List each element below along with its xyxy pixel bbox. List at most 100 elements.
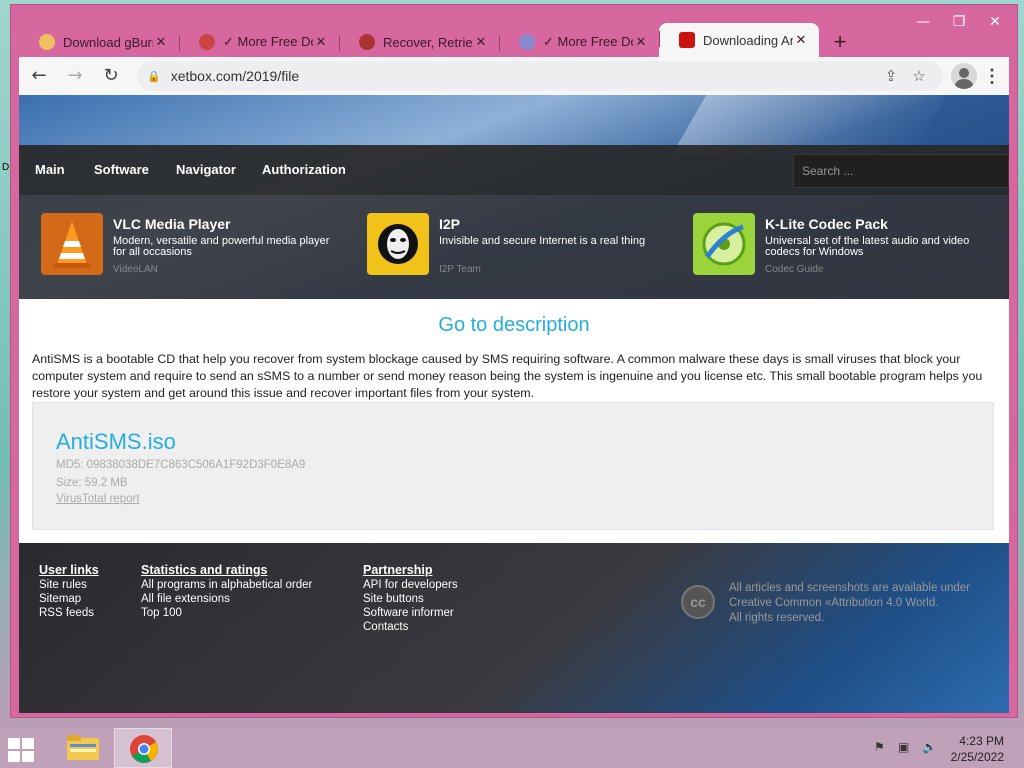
- desktop-edge-marker: D: [2, 162, 10, 173]
- new-tab-button[interactable]: +: [825, 27, 855, 57]
- share-icon[interactable]: ⇪: [877, 67, 905, 85]
- promo-vendor: I2P Team: [439, 264, 481, 275]
- footer-link[interactable]: Software informer: [363, 606, 458, 620]
- taskbar: ⚑ ▣ 🔈 4:23 PM 2/25/2022: [0, 728, 1024, 768]
- windows-start-icon[interactable]: [6, 736, 36, 762]
- promo-title: I2P: [439, 216, 461, 232]
- tab-close-icon[interactable]: ✕: [473, 34, 489, 50]
- footer-column: User links Site rules Sitemap RSS feeds: [39, 563, 99, 620]
- virustotal-report-link[interactable]: VirusTotal report: [56, 493, 140, 505]
- bookmark-star-icon[interactable]: ☆: [905, 67, 933, 85]
- file-name-link[interactable]: AntiSMS.iso: [56, 429, 176, 455]
- file-explorer-icon[interactable]: [54, 728, 112, 768]
- address-bar[interactable]: 🔒 xetbox.com/2019/file ⇪ ☆: [137, 61, 943, 91]
- footer-column: Partnership API for developers Site butt…: [363, 563, 458, 634]
- tab-title: Download gBurner: [63, 34, 153, 50]
- tab-title: ✓ More Free Dow: [223, 34, 313, 49]
- footer-link[interactable]: Site buttons: [363, 592, 458, 606]
- tab-favicon-icon: [199, 34, 215, 50]
- promo-strip: VLC Media Player Modern, versatile and p…: [19, 195, 1009, 299]
- reload-icon[interactable]: ↻: [95, 60, 127, 92]
- tab-title: ✓ More Free Dow: [543, 34, 633, 49]
- tab-close-icon[interactable]: ✕: [793, 32, 809, 48]
- footer-link[interactable]: All file extensions: [141, 592, 312, 606]
- menu-navigator[interactable]: Navigator: [176, 162, 236, 177]
- tab-close-icon[interactable]: ✕: [313, 34, 329, 50]
- maximize-icon[interactable]: ❐: [941, 11, 977, 33]
- menu-main[interactable]: Main: [35, 162, 65, 177]
- tab-favicon-icon: [519, 34, 535, 50]
- menu-software[interactable]: Software: [94, 162, 149, 177]
- clock-date: 2/25/2022: [950, 750, 1004, 764]
- action-center-flag-icon[interactable]: ⚑: [874, 740, 885, 754]
- tab-favicon-icon: [679, 32, 695, 48]
- promo-i2p[interactable]: I2P Invisible and secure Internet is a r…: [367, 213, 667, 283]
- url-text[interactable]: xetbox.com/2019/file: [171, 68, 877, 84]
- program-description: AntiSMS is a bootable CD that help you r…: [32, 352, 983, 400]
- browser-tab[interactable]: ✓ More Free Dow ✕: [179, 27, 339, 57]
- site-navbar: Main Software Navigator Authorization Se…: [19, 145, 1009, 195]
- volume-muted-icon[interactable]: 🔈: [922, 740, 937, 754]
- footer-column: Statistics and ratings All programs in a…: [141, 563, 312, 620]
- site-footer: User links Site rules Sitemap RSS feeds …: [19, 543, 1009, 713]
- license-note: All articles and screenshots are availab…: [729, 581, 989, 626]
- minimize-icon[interactable]: —: [905, 11, 941, 33]
- footer-heading[interactable]: User links: [39, 563, 99, 577]
- back-icon[interactable]: ←: [23, 60, 55, 92]
- promo-klite[interactable]: K-Lite Codec Pack Universal set of the l…: [693, 213, 993, 283]
- footer-link[interactable]: Contacts: [363, 620, 458, 634]
- promo-desc: Modern, versatile and powerful media pla…: [113, 235, 330, 258]
- close-window-icon[interactable]: ✕: [977, 11, 1013, 33]
- promo-desc: Universal set of the latest audio and vi…: [765, 235, 970, 258]
- window-controls: — ❐ ✕: [905, 11, 1013, 33]
- tab-favicon-icon: [39, 34, 55, 50]
- vlc-cone-icon: [41, 213, 103, 275]
- klite-icon: [693, 213, 755, 275]
- footer-heading[interactable]: Statistics and ratings: [141, 563, 312, 577]
- footer-link[interactable]: Sitemap: [39, 592, 99, 606]
- promo-title: K-Lite Codec Pack: [765, 216, 888, 232]
- download-content: Go to description AntiSMS is a bootable …: [19, 299, 1009, 543]
- tab-close-icon[interactable]: ✕: [633, 34, 649, 50]
- i2p-mask-icon: [367, 213, 429, 275]
- forward-icon[interactable]: →: [59, 60, 91, 92]
- browser-tab-active[interactable]: Downloading Anti ✕: [659, 23, 819, 57]
- tab-strip: Download gBurner ✕ ✓ More Free Dow ✕ Rec…: [19, 23, 855, 57]
- system-clock[interactable]: 4:23 PM 2/25/2022: [948, 733, 1004, 765]
- network-icon[interactable]: ▣: [898, 740, 909, 754]
- browser-tab[interactable]: Recover, Retrieve ✕: [339, 27, 499, 57]
- file-size: Size: 59.2 MB: [56, 477, 128, 489]
- goto-description-link[interactable]: Go to description: [19, 314, 1009, 337]
- license-line: All articles and screenshots are availab…: [729, 582, 970, 594]
- footer-link[interactable]: Top 100: [141, 606, 312, 620]
- tab-title: Downloading Anti: [703, 32, 793, 48]
- footer-link[interactable]: Site rules: [39, 578, 99, 592]
- browser-tab[interactable]: Download gBurner ✕: [19, 27, 179, 57]
- promo-title: VLC Media Player: [113, 216, 231, 232]
- browser-menu-icon[interactable]: ⋮: [977, 66, 1007, 87]
- footer-link[interactable]: RSS feeds: [39, 606, 99, 620]
- license-line: All rights reserved.: [729, 612, 825, 624]
- creative-commons-icon: cc: [681, 585, 715, 619]
- footer-link[interactable]: All programs in alphabetical order: [141, 578, 312, 592]
- license-line: Creative Common «Attribution 4.0 World.: [729, 597, 939, 609]
- footer-heading[interactable]: Partnership: [363, 563, 458, 577]
- clock-time: 4:23 PM: [959, 734, 1004, 748]
- promo-vendor: Codec Guide: [765, 264, 824, 275]
- menu-authorization[interactable]: Authorization: [262, 162, 346, 177]
- lock-icon[interactable]: 🔒: [147, 70, 161, 83]
- promo-vendor: VideoLAN: [113, 264, 158, 275]
- footer-link[interactable]: API for developers: [363, 578, 458, 592]
- tab-close-icon[interactable]: ✕: [153, 34, 169, 50]
- promo-desc: Invisible and secure Internet is a real …: [439, 235, 646, 247]
- file-info-box: AntiSMS.iso MD5: 09838038DE7C863C506A1F9…: [32, 402, 994, 530]
- browser-tab[interactable]: ✓ More Free Dow ✕: [499, 27, 659, 57]
- site-search-input[interactable]: Search ...: [793, 154, 1009, 188]
- file-md5: MD5: 09838038DE7C863C506A1F92D3F0E8A9: [56, 459, 306, 471]
- browser-toolbar: ← → ↻ 🔒 xetbox.com/2019/file ⇪ ☆ ⋮: [19, 57, 1009, 95]
- web-page: Main Software Navigator Authorization Se…: [19, 95, 1009, 713]
- profile-avatar-icon[interactable]: [951, 63, 977, 89]
- promo-vlc[interactable]: VLC Media Player Modern, versatile and p…: [41, 213, 341, 283]
- chrome-taskbar-icon[interactable]: [114, 728, 172, 768]
- browser-window: — ❐ ✕ Download gBurner ✕ ✓ More Free Dow…: [10, 4, 1018, 718]
